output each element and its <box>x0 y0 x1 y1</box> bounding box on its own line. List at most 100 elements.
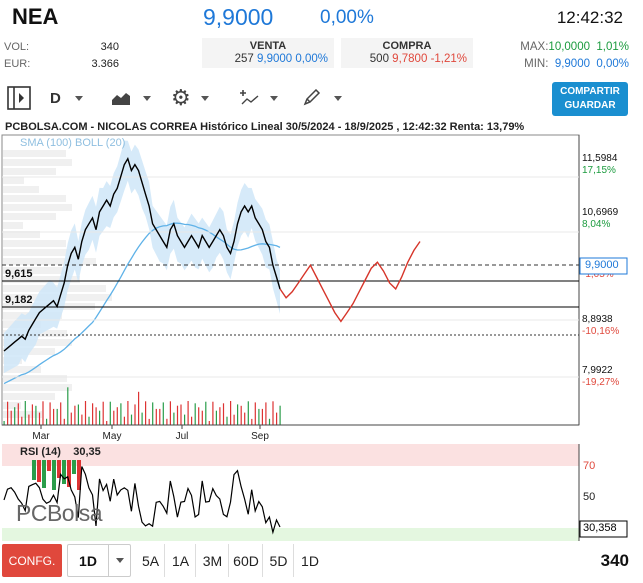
volume-bar <box>152 402 154 425</box>
volume-bar <box>95 407 97 425</box>
volume-bar <box>254 402 256 425</box>
volume-profile-bar <box>3 150 66 157</box>
rsi-bar <box>62 460 66 484</box>
volume-bar <box>70 412 72 425</box>
rsi-oversold-zone <box>2 528 579 541</box>
volume-bar <box>56 408 58 425</box>
volume-bar <box>109 401 111 425</box>
time-axis-label: May <box>103 431 122 442</box>
interval-value: 1D <box>79 552 97 569</box>
volume-bar <box>10 410 12 425</box>
volume-bar <box>127 401 129 425</box>
volume-profile-bar <box>3 195 66 202</box>
volume-profile-bar <box>3 393 55 400</box>
volume-bar <box>247 401 249 425</box>
rsi-bar <box>52 460 56 490</box>
price-axis-value: 8,8938 <box>582 314 613 325</box>
volume-bar <box>222 403 225 425</box>
volume-bar <box>212 401 214 425</box>
range-3m-button[interactable]: 3M <box>197 544 229 577</box>
range-1a-button[interactable]: 1A <box>166 544 196 577</box>
volume-profile-bar <box>3 186 39 193</box>
level-label-2: 9,182 <box>5 294 33 306</box>
volume-bar <box>198 407 200 425</box>
volume-bar <box>166 418 168 425</box>
price-axis-pct: 17,15% <box>582 165 616 176</box>
volume-bar <box>7 401 9 425</box>
volume-profile-bar <box>3 213 56 220</box>
volume-bar <box>162 402 164 425</box>
volume-bar <box>141 412 143 425</box>
volume-profile-bar <box>3 168 56 175</box>
rsi-tick-70: 70 <box>583 460 596 472</box>
price-axis-pct: -10,16% <box>582 326 619 337</box>
range-5d-button[interactable]: 5D <box>264 544 294 577</box>
volume-bar <box>113 410 115 425</box>
interval-select[interactable]: 1D <box>67 544 131 577</box>
time-axis-label: Mar <box>32 431 50 442</box>
volume-bar <box>60 402 62 425</box>
volume-profile-bar <box>3 177 24 184</box>
volume-bar <box>74 405 76 425</box>
volume-bar <box>155 408 157 425</box>
chart-title: PCBOLSA.COM - NICOLAS CORREA Histórico L… <box>5 121 525 133</box>
volume-bar <box>187 401 189 425</box>
volume-bar <box>46 418 48 425</box>
config-button[interactable]: CONFG. <box>2 544 62 577</box>
volume-bar <box>28 414 30 425</box>
volume-bar <box>138 391 140 425</box>
volume-bar <box>261 408 263 425</box>
volume-profile-bar <box>3 384 72 391</box>
volume-bar <box>272 401 274 425</box>
rsi-bar <box>37 460 41 482</box>
time-axis-label: Jul <box>176 431 189 442</box>
price-axis-value: 7,9922 <box>582 365 613 376</box>
volume-bar <box>14 407 16 425</box>
price-chart[interactable]: 11,598417,15%10,69698,04%-1,05%8,8938-10… <box>0 0 643 583</box>
volume-bar <box>191 416 193 425</box>
volume-bar <box>184 414 186 425</box>
volume-bar <box>237 404 239 425</box>
volume-bar <box>233 414 235 425</box>
config-label: CONFG. <box>8 553 56 568</box>
volume-bar <box>116 407 118 425</box>
price-panel-frame <box>1 134 580 426</box>
volume-bar <box>159 408 161 425</box>
volume-bar <box>24 401 26 425</box>
volume-bar <box>279 405 281 425</box>
volume-counter: 340 <box>600 551 629 570</box>
bollinger-band <box>4 140 280 373</box>
volume-bar <box>201 410 203 425</box>
volume-bar <box>230 401 232 425</box>
volume-bar <box>173 412 175 425</box>
volume-bar <box>251 418 253 425</box>
volume-bar <box>215 410 217 425</box>
price-axis-pct: 8,04% <box>582 219 610 230</box>
rsi-label: RSI (14) 30,35 <box>20 446 101 458</box>
volume-bar <box>81 414 83 425</box>
volume-bars <box>3 387 281 425</box>
rsi-bar <box>72 460 76 474</box>
volume-bar <box>35 405 37 425</box>
volume-bar <box>176 405 179 425</box>
volume-bar <box>148 418 150 425</box>
price-axis-value: 10,6969 <box>582 207 619 218</box>
volume-bar <box>49 402 51 425</box>
rsi-tick-50: 50 <box>583 491 596 503</box>
volume-bar <box>268 418 271 425</box>
volume-profile-bar <box>3 222 23 229</box>
volume-bar <box>194 403 196 425</box>
volume-bar <box>77 404 79 425</box>
rsi-bar <box>32 460 36 480</box>
volume-bar <box>63 418 65 425</box>
current-price-tag: 9,9000 <box>585 259 619 271</box>
volume-bar <box>3 421 5 425</box>
range-1d-button[interactable]: 1D <box>295 544 325 577</box>
volume-bar <box>21 416 23 425</box>
range-60d-button[interactable]: 60D <box>230 544 263 577</box>
volume-profile-bar <box>3 159 72 166</box>
rsi-value: 30,35 <box>73 446 101 458</box>
range-5a-button[interactable]: 5A <box>137 544 165 577</box>
volume-bar <box>31 404 33 425</box>
volume-bar <box>240 405 242 425</box>
